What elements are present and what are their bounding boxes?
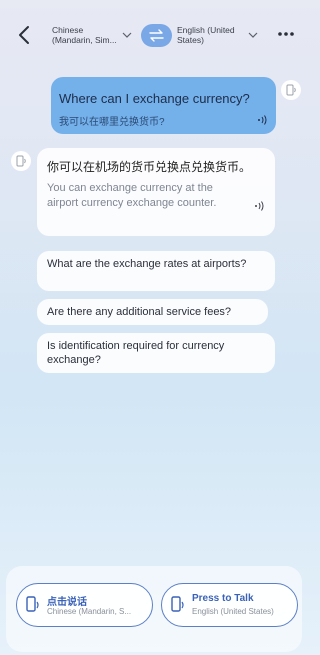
device-mic-icon — [171, 596, 184, 612]
more-icon[interactable] — [276, 29, 296, 39]
talk-button-label: 点击说话 — [47, 597, 87, 608]
speaker-icon[interactable] — [253, 201, 265, 211]
speaker-icon[interactable] — [256, 115, 268, 125]
their-message-text: 你可以在机场的货币兑换点兑换货币。 — [47, 160, 252, 174]
talk-button-chinese[interactable]: 点击说话 Chinese (Mandarin, S... — [16, 583, 153, 627]
top-bar: Chinese (Mandarin, Sim... English (Unite… — [0, 0, 307, 70]
suggestion-chip[interactable]: Is identification required for currency … — [37, 333, 275, 373]
talk-button-label: Press to Talk — [192, 593, 254, 604]
my-message-bubble: Where can I exchange currency? 我可以在哪里兑换货… — [51, 77, 276, 134]
suggestion-chip[interactable]: What are the exchange rates at airports? — [37, 251, 275, 291]
my-message-text: Where can I exchange currency? — [59, 91, 250, 106]
target-language-label[interactable]: English (United States) — [177, 25, 247, 45]
suggestion-chip[interactable]: Are there any additional service fees? — [37, 299, 268, 325]
talk-button-english[interactable]: Press to Talk English (United States) — [161, 583, 298, 627]
device-mic-icon[interactable] — [281, 80, 301, 100]
device-mic-icon[interactable] — [11, 151, 31, 171]
swap-icon — [149, 29, 164, 42]
device-mic-icon — [26, 596, 39, 612]
source-language-label[interactable]: Chinese (Mandarin, Sim... — [52, 25, 122, 45]
chevron-down-icon[interactable] — [122, 30, 132, 40]
their-message-bubble: 你可以在机场的货币兑换点兑换货币。 You can exchange curre… — [37, 148, 275, 236]
talk-button-language: Chinese (Mandarin, S... — [47, 607, 132, 616]
their-message-translation: You can exchange currency at the airport… — [47, 182, 217, 209]
back-arrow-icon[interactable] — [14, 24, 36, 46]
chevron-down-icon[interactable] — [248, 30, 258, 40]
swap-language-button[interactable] — [141, 24, 172, 47]
my-message-translation: 我可以在哪里兑换货币? — [59, 117, 165, 128]
talk-button-language: English (United States) — [192, 607, 274, 616]
